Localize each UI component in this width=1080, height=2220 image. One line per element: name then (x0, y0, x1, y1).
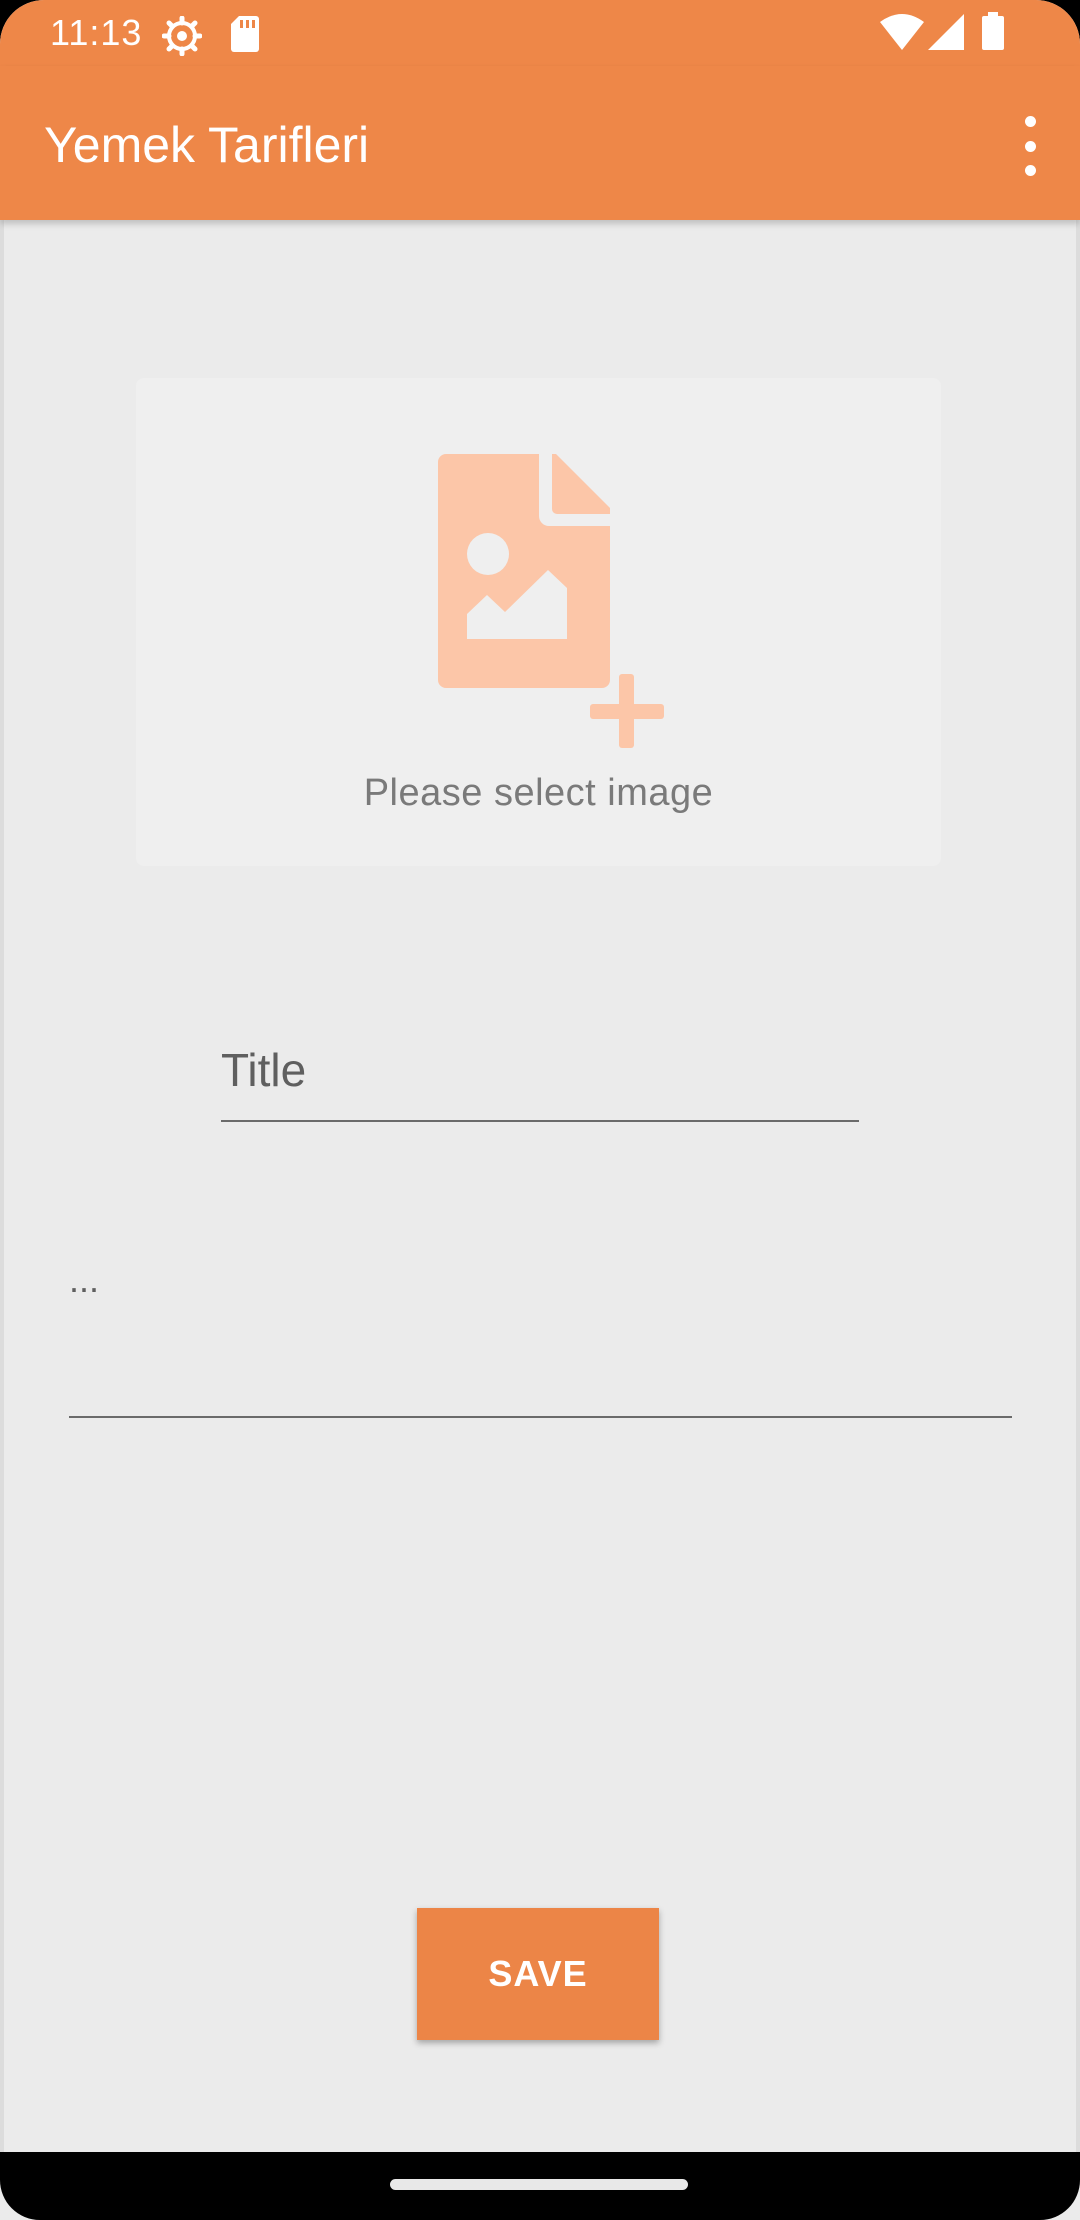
image-picker[interactable]: Please select image (136, 378, 941, 866)
settings-icon (161, 15, 203, 61)
description-input[interactable] (69, 1250, 1012, 1310)
title-underline (221, 1120, 859, 1122)
app-title: Yemek Tarifleri (44, 117, 370, 173)
save-button[interactable]: SAVE (417, 1908, 659, 2040)
signal-icon (928, 14, 964, 55)
app-screen: 11:13 Yemek Tarifleri Please select imag… (0, 0, 1080, 2220)
image-picker-label: Please select image (363, 772, 714, 814)
more-vert-icon[interactable] (1010, 116, 1050, 176)
title-field[interactable] (221, 1030, 859, 1122)
status-bar: 11:13 (0, 0, 1080, 66)
right-edge (1076, 220, 1080, 2152)
left-edge (0, 220, 4, 2152)
add-image-file-icon (438, 454, 664, 748)
sd-card-icon (231, 16, 259, 57)
title-input[interactable] (221, 1030, 859, 1110)
app-bar: Yemek Tarifleri (0, 66, 1080, 220)
status-time: 11:13 (50, 12, 143, 53)
home-handle[interactable] (390, 2179, 688, 2190)
battery-icon (982, 12, 1004, 55)
description-field[interactable] (69, 1250, 1012, 1418)
wifi-icon (880, 14, 924, 55)
description-underline (69, 1416, 1012, 1418)
navigation-bar (0, 2152, 1080, 2220)
